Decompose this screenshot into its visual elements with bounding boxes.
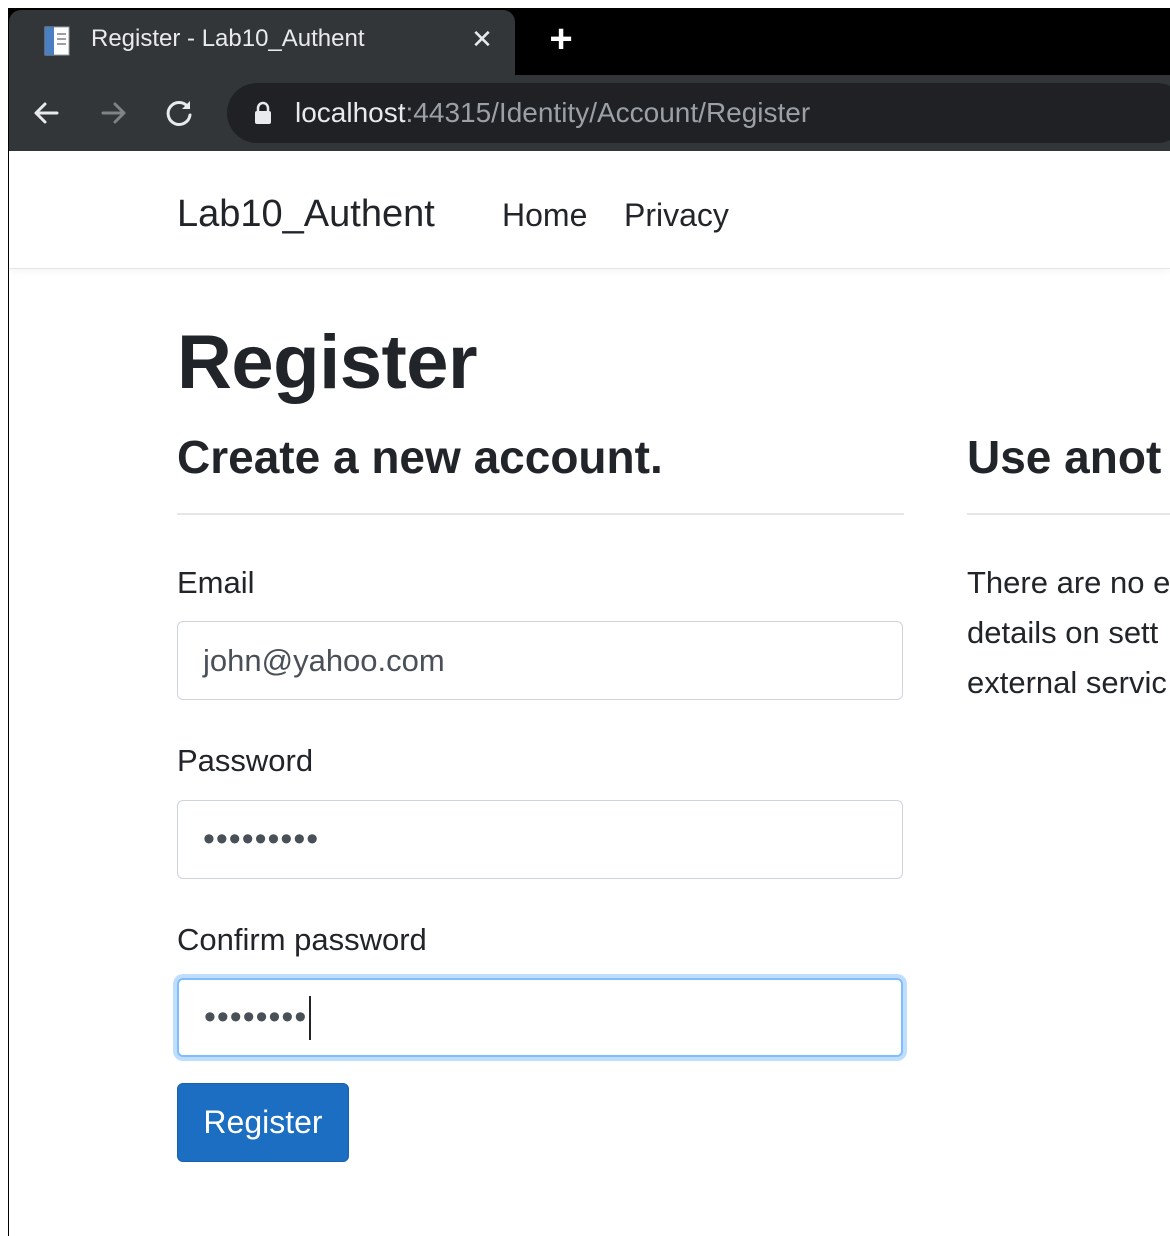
url-host: localhost	[295, 97, 406, 128]
divider	[967, 513, 1170, 515]
divider	[177, 513, 904, 515]
external-login-text-line: details on sett	[967, 615, 1159, 650]
address-bar[interactable]: localhost:44315/Identity/Account/Registe…	[227, 83, 1170, 143]
back-arrow-icon[interactable]	[27, 93, 67, 133]
browser-window: Register - Lab10_Authent ✕ + localhost:4…	[8, 8, 1170, 1236]
lock-icon	[255, 101, 271, 124]
nav-link-privacy[interactable]: Privacy	[624, 195, 729, 235]
tab-title: Register - Lab10_Authent	[91, 25, 365, 52]
url-path: :44315/Identity/Account/Register	[405, 97, 811, 128]
email-field[interactable]: john@yahoo.com	[177, 621, 903, 700]
text-cursor	[309, 995, 312, 1040]
web-page: Lab10_Authent Home Privacy Register Crea…	[9, 151, 1170, 1236]
external-login-text-line: external servic	[967, 665, 1167, 700]
reload-icon[interactable]	[159, 93, 199, 133]
password-field[interactable]: •••••••••	[177, 800, 903, 879]
page-icon	[44, 26, 70, 56]
password-label: Password	[177, 743, 314, 778]
navbar-brand[interactable]: Lab10_Authent	[177, 191, 435, 237]
tab-strip: Register - Lab10_Authent ✕ +	[9, 8, 1170, 75]
page-title: Register	[177, 320, 478, 405]
site-navbar: Lab10_Authent Home Privacy	[9, 151, 1170, 269]
forward-arrow-icon[interactable]	[93, 93, 133, 133]
email-value: john@yahoo.com	[203, 642, 445, 678]
confirm-password-value: ••••••••	[204, 998, 308, 1036]
browser-tab[interactable]: Register - Lab10_Authent ✕	[9, 10, 515, 75]
email-label: Email	[177, 565, 255, 600]
external-login-heading: Use anot	[967, 431, 1162, 483]
close-tab-icon[interactable]: ✕	[467, 24, 497, 54]
password-value: •••••••••	[203, 820, 320, 858]
confirm-password-field[interactable]: ••••••••	[177, 978, 903, 1057]
browser-toolbar: localhost:44315/Identity/Account/Registe…	[9, 75, 1170, 151]
new-tab-icon[interactable]: +	[543, 19, 579, 59]
external-login-text-line: There are no e	[967, 565, 1170, 600]
register-form-heading: Create a new account.	[177, 431, 663, 483]
confirm-password-label: Confirm password	[177, 922, 427, 957]
nav-link-home[interactable]: Home	[502, 195, 587, 235]
register-button[interactable]: Register	[177, 1083, 349, 1162]
url-text: localhost:44315/Identity/Account/Registe…	[295, 96, 810, 130]
